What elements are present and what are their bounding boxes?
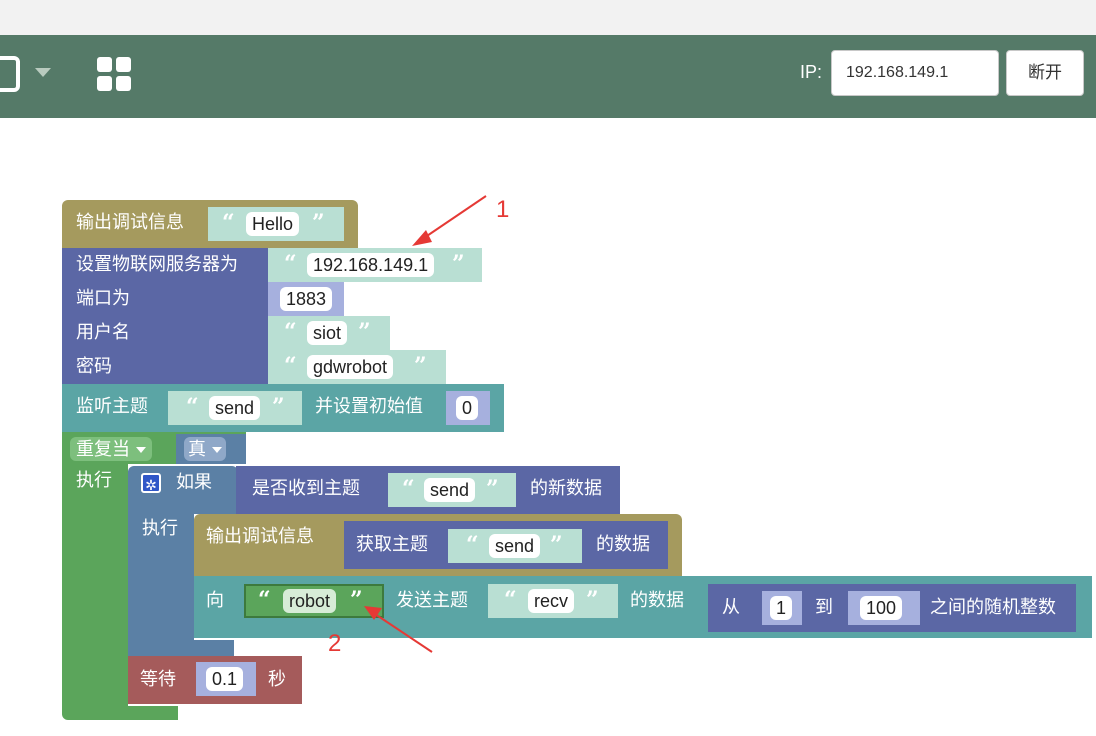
annotation-label-2: 2 [328,630,342,657]
annotation-arrow-1 [364,195,487,653]
annotation-label-1: 1 [496,196,510,223]
